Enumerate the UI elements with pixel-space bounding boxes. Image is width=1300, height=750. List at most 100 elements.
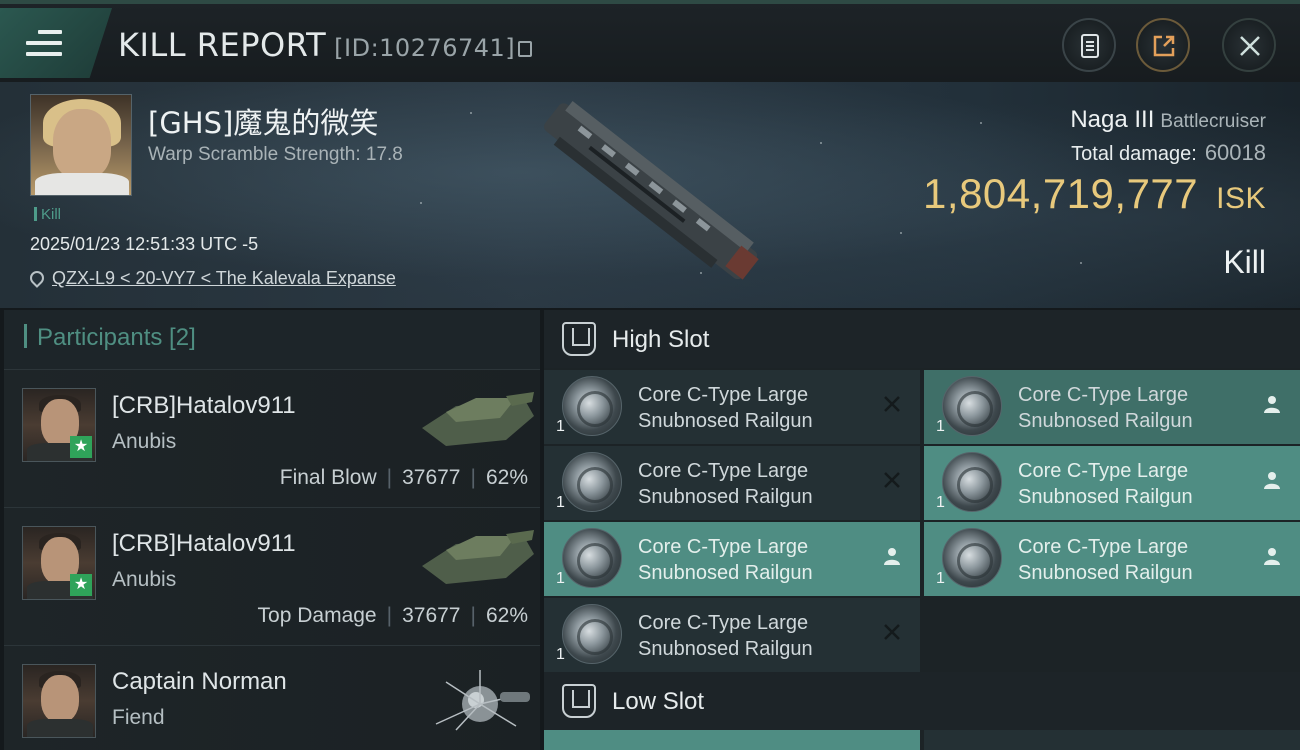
hamburger-icon [26, 30, 62, 58]
module-name: Core C-Type Large Snubnosed Railgun [638, 612, 813, 660]
close-icon [1240, 36, 1260, 56]
kill-tag: Kill [34, 206, 61, 223]
participant-damage: 37677 [402, 604, 461, 627]
participant-ship: Fiend [112, 706, 165, 729]
isk-value: 1,804,719,777 ISK [923, 170, 1266, 218]
person-icon [1264, 396, 1280, 413]
railgun-icon [562, 604, 622, 664]
title-text: KILL REPORT [118, 26, 327, 64]
participant-name: [CRB]Hatalov911 [112, 392, 296, 419]
module-slot[interactable]: 1 Core C-Type Large Snubnosed Railgun [924, 370, 1300, 444]
x-icon [884, 472, 900, 488]
share-button[interactable] [1136, 18, 1190, 72]
x-icon [884, 396, 900, 412]
module-name: Core C-Type Large Snubnosed Railgun [1018, 384, 1193, 432]
star-badge-icon: ★ [70, 436, 92, 458]
railgun-icon [942, 452, 1002, 512]
ship-name[interactable]: Naga III Battlecruiser [1070, 106, 1266, 134]
warp-scramble-strength: Warp Scramble Strength: 17.8 [148, 144, 403, 165]
railgun-icon [562, 528, 622, 588]
victim-avatar[interactable] [30, 94, 132, 196]
module-quantity: 1 [556, 646, 565, 663]
participant-row[interactable]: ★ [CRB]Hatalov911 Anubis Top Damage | 3767… [4, 508, 540, 646]
module-quantity: 1 [936, 570, 945, 587]
module-slot[interactable]: 1 Core C-Type Large Snubnosed Railgun [544, 446, 920, 520]
location-link[interactable]: QZX-L9 < 20-VY7 < The Kalevala Expanse [52, 268, 396, 288]
person-icon [1264, 472, 1280, 489]
clipboard-icon [1081, 34, 1099, 58]
person-icon [884, 548, 900, 565]
page-title: KILL REPORT [ID:10276741] [118, 26, 533, 64]
slot-icon [562, 684, 596, 718]
module-slot[interactable]: 1 Core C-Type Large Snubnosed Railgun [544, 522, 920, 596]
ship-class: Battlecruiser [1160, 111, 1266, 132]
map-pin-icon [27, 268, 47, 288]
participants-panel[interactable]: Participants [2] ★ [CRB]Hatalov911 Anubi… [4, 310, 540, 750]
copy-icon[interactable] [518, 41, 533, 57]
participant-ship-image [435, 670, 530, 731]
total-damage: Total damage: 60018 [1071, 140, 1266, 166]
railgun-icon [562, 452, 622, 512]
participant-name: Captain Norman [112, 668, 287, 695]
participant-row[interactable]: ★ [CRB]Hatalov911 Anubis Final Blow | 3767… [4, 370, 540, 508]
high-slot-label: High Slot [612, 326, 710, 353]
share-icon [1153, 35, 1175, 57]
module-quantity: 1 [936, 418, 945, 435]
module-slot-partial[interactable] [924, 730, 1300, 750]
high-slot-header: High Slot [544, 310, 1300, 368]
participant-ship-image [422, 392, 534, 446]
module-quantity: 1 [556, 418, 565, 435]
module-quantity: 1 [936, 494, 945, 511]
participants-title: Participants [2] [37, 324, 196, 351]
module-name: Core C-Type Large Snubnosed Railgun [1018, 460, 1193, 508]
star-badge-icon: ★ [70, 574, 92, 596]
participant-stat-label: Final Blow [279, 466, 377, 489]
module-name: Core C-Type Large Snubnosed Railgun [638, 460, 813, 508]
participant-stats: Final Blow | 37677 | 62% [279, 466, 528, 489]
participant-percent: 62% [485, 604, 528, 627]
module-name: Core C-Type Large Snubnosed Railgun [1018, 536, 1193, 584]
low-slot-header: Low Slot [544, 672, 1300, 730]
module-slot[interactable]: 1 Core C-Type Large Snubnosed Railgun [924, 446, 1300, 520]
participants-header: Participants [2] [4, 310, 540, 370]
isk-unit: ISK [1216, 182, 1266, 215]
module-name: Core C-Type Large Snubnosed Railgun [638, 384, 813, 432]
railgun-icon [942, 528, 1002, 588]
total-damage-value: 60018 [1204, 140, 1266, 165]
victim-name[interactable]: [GHS]魔鬼的微笑 [148, 100, 378, 142]
clipboard-button[interactable] [1062, 18, 1116, 72]
module-slot[interactable]: 1 Core C-Type Large Snubnosed Railgun [924, 522, 1300, 596]
participant-stat-label: Top Damage [257, 604, 377, 627]
top-bar: KILL REPORT [ID:10276741] [0, 0, 1300, 82]
participant-ship: Anubis [112, 568, 177, 591]
railgun-icon [562, 376, 622, 436]
module-quantity: 1 [556, 570, 565, 587]
participant-stats: Top Damage | 37677 | 62% [257, 604, 528, 627]
low-slot-label: Low Slot [612, 688, 705, 715]
module-quantity: 1 [556, 494, 565, 511]
participant-name: [CRB]Hatalov911 [112, 530, 296, 557]
module-slot[interactable]: 1 Core C-Type Large Snubnosed Railgun [544, 598, 920, 672]
participant-ship-image [422, 530, 534, 584]
close-button[interactable] [1222, 18, 1276, 72]
module-slot-partial[interactable] [544, 730, 920, 750]
module-name: Core C-Type Large Snubnosed Railgun [638, 536, 813, 584]
railgun-icon [942, 376, 1002, 436]
participant-row[interactable]: Captain Norman Fiend [4, 646, 540, 750]
ship-image [544, 101, 759, 280]
ship-type: Naga III [1070, 106, 1155, 133]
victim-summary: [GHS]魔鬼的微笑 Warp Scramble Strength: 17.8 … [0, 82, 1300, 308]
menu-button[interactable] [0, 8, 112, 78]
participant-ship: Anubis [112, 430, 177, 453]
x-icon [884, 624, 900, 640]
kill-result: Kill [1223, 244, 1266, 280]
module-slot[interactable]: 1 Core C-Type Large Snubnosed Railgun [544, 370, 920, 444]
fitting-panel[interactable]: High Slot 1 Core C-Type Large Snubnosed R… [544, 310, 1300, 750]
isk-amount: 1,804,719,777 [923, 170, 1199, 217]
participant-percent: 62% [485, 466, 528, 489]
participant-damage: 37677 [402, 466, 461, 489]
kill-location[interactable]: QZX-L9 < 20-VY7 < The Kalevala Expanse [27, 268, 396, 289]
kill-datetime: 2025/01/23 12:51:33 UTC -5 [30, 234, 259, 254]
person-icon [1264, 548, 1280, 565]
slot-icon [562, 322, 596, 356]
